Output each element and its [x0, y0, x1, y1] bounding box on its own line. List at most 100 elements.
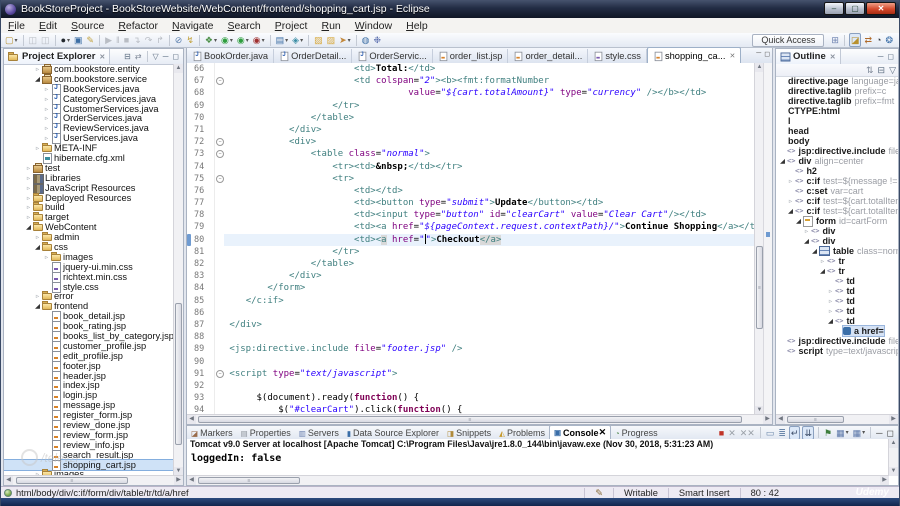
tree-item-com-bookstore-service[interactable]: ◢ com.bookstore.service — [4, 73, 174, 84]
maximize-icon[interactable]: ◻ — [171, 51, 180, 63]
editor-scroll-thumb[interactable]: ≡ — [756, 246, 763, 329]
menu-navigate[interactable]: Navigate — [165, 20, 220, 32]
view-tab-snippets[interactable]: ◨ Snippets — [443, 427, 495, 439]
search-icon[interactable]: ➤ ▾ — [338, 34, 352, 46]
editor-tab-shopping-ca[interactable]: shopping_ca... ✕ — [646, 47, 742, 63]
chevron-expanded-icon[interactable]: ◢ — [802, 237, 811, 245]
close-tab-icon[interactable]: ✕ — [729, 52, 735, 60]
code-line[interactable]: 73 − <table class="normal"> — [187, 148, 755, 161]
java-perspective-icon[interactable]: ❂ — [884, 34, 894, 46]
maximize-editor-icon[interactable]: ◻ — [764, 50, 770, 58]
outline-item-body[interactable]: body — [776, 136, 898, 146]
run-icon[interactable]: ◉ ▾ — [220, 34, 234, 46]
javaee-perspective-icon[interactable]: ◪ — [848, 33, 862, 47]
link-editor-icon[interactable]: ⇄ — [134, 51, 143, 63]
menu-file[interactable]: File — [1, 20, 32, 32]
explorer-horizontal-scrollbar[interactable]: ◀ ≡ ▶ — [4, 475, 183, 485]
tree-item-reviewservices-java[interactable]: ▹ ReviewServices.java — [4, 123, 174, 135]
outline-item-jsp-directive-include[interactable]: <>jsp:directive.includefile=footer.jsp — [776, 336, 898, 346]
outline-item-tr[interactable]: ◢ <> tr — [776, 266, 898, 276]
outline-item-c-if[interactable]: ▹<>c:iftest=${cart.totalItems == 0} — [776, 196, 898, 206]
code-line[interactable]: 84 </form> — [187, 282, 755, 295]
relaunch-icon[interactable]: ↯ — [185, 34, 195, 46]
code-line[interactable]: 74 <tr><td>&nbsp;</td></tr> — [187, 160, 755, 173]
quick-access-field[interactable]: Quick Access — [752, 33, 825, 47]
editor-tab-style-css[interactable]: style.css — [588, 49, 647, 63]
chevron-collapsed-icon[interactable]: ▹ — [24, 194, 33, 202]
chevron-collapsed-icon[interactable]: ▹ — [42, 114, 51, 122]
word-wrap-icon[interactable]: ↵ — [788, 425, 801, 440]
console-output[interactable]: loggedIn: false — [187, 450, 889, 476]
tree-item-frontend[interactable]: ◢ frontend — [4, 301, 174, 311]
web-browser-icon[interactable]: ◍ — [361, 34, 371, 46]
code-line[interactable]: 69 </tr> — [187, 99, 755, 112]
chevron-collapsed-icon[interactable]: ▹ — [33, 65, 42, 73]
tree-item-header-jsp[interactable]: header.jsp — [4, 370, 174, 382]
minimize-window-button[interactable]: ‒ — [824, 2, 844, 15]
outline-item-c-if[interactable]: ◢<>c:iftest=${cart.totalItems > 0} — [776, 206, 898, 216]
outline-item-td[interactable]: ◢ <> td — [776, 316, 898, 326]
clear-console-icon[interactable]: ▭ — [765, 427, 776, 439]
maximize-icon[interactable]: ◻ — [886, 51, 895, 63]
scroll-lock-icon[interactable]: ≣ — [777, 427, 787, 439]
menu-refactor[interactable]: Refactor — [111, 20, 165, 32]
pin-console-icon[interactable]: ⚑ — [823, 427, 833, 439]
tree-item-richtext-min-css[interactable]: richtext.min.css — [4, 271, 174, 283]
outline-item-td[interactable]: <> td — [776, 276, 898, 286]
tree-item-message-jsp[interactable]: message.jsp — [4, 400, 174, 412]
close-window-button[interactable]: ✕ — [866, 2, 896, 15]
outline-item-td[interactable]: ▹ <> td — [776, 296, 898, 306]
chevron-expanded-icon[interactable]: ◢ — [818, 267, 827, 275]
new-servlet-icon[interactable]: ◈ ▾ — [291, 34, 304, 46]
open-perspective-icon[interactable]: ⊞ — [830, 34, 840, 46]
tree-item-javascript-resources[interactable]: ▹ JavaScript Resources — [4, 183, 174, 194]
outline-item-c-set[interactable]: <> c:set var=cart — [776, 186, 898, 196]
code-line[interactable]: 67 − <td colspan="2"><b><fmt:formatNumber — [187, 75, 755, 88]
view-menu-icon[interactable]: ▽ — [152, 51, 160, 63]
chevron-collapsed-icon[interactable]: ▹ — [42, 105, 51, 113]
tree-item-books-list-by-category-jsp[interactable]: books_list_by_category.jsp — [4, 331, 174, 342]
scroll-up-icon[interactable]: ▲ — [889, 439, 898, 448]
console-view-icon[interactable]: ▣ — [73, 34, 84, 46]
chevron-collapsed-icon[interactable]: ▹ — [786, 197, 795, 205]
project-explorer-tab[interactable]: Project Explorer ✕ — [4, 49, 111, 64]
chevron-collapsed-icon[interactable]: ▹ — [33, 292, 42, 300]
code-line[interactable]: 90 — [187, 355, 755, 368]
collapse-all-icon[interactable]: ⊟ — [123, 51, 132, 63]
scroll-up-icon[interactable]: ▲ — [174, 64, 183, 73]
maximize-icon[interactable]: ◻ — [886, 427, 895, 439]
chevron-expanded-icon[interactable]: ◢ — [33, 243, 42, 251]
collapse-all-icon[interactable]: ⊟ — [877, 64, 887, 76]
code-line[interactable]: 72 − <div> — [187, 136, 755, 149]
editor-tab-bookorder-java[interactable]: BookOrder.java — [187, 49, 275, 63]
tree-item-test[interactable]: ▹ test — [4, 162, 174, 173]
tree-item-customerservices-java[interactable]: ▹ CustomerServices.java — [4, 103, 174, 115]
debug-icon[interactable]: ❖ ▾ — [204, 34, 218, 46]
outline-item-div[interactable]: ◢ <> div align=center — [776, 156, 898, 166]
debug-perspective-icon[interactable]: ◔ — [875, 34, 882, 46]
code-line[interactable]: 79 <td><a href="${pageContext.request.co… — [187, 221, 755, 234]
outline-item-c-if[interactable]: ▹<>c:iftest=${message != null} — [776, 176, 898, 186]
tree-item-edit-profile-jsp[interactable]: edit_profile.jsp — [4, 350, 174, 362]
chevron-collapsed-icon[interactable]: ▹ — [24, 184, 33, 192]
code-line[interactable]: 78 <td><input type="button" id="clearCar… — [187, 209, 755, 222]
code-line[interactable]: 70 </table> — [187, 111, 755, 124]
outline-item-script[interactable]: <> script type=text/javascript — [776, 346, 898, 356]
code-line[interactable]: 66 <td>Total:</td> — [187, 63, 755, 76]
tree-item-register-form-jsp[interactable]: register_form.jsp — [4, 410, 174, 422]
tree-item-meta-inf[interactable]: ▹ META-INF — [4, 143, 174, 153]
view-tab-data-source-explorer[interactable]: ▮ Data Source Explorer — [343, 427, 443, 439]
code-line[interactable]: 76 <td></td> — [187, 184, 755, 198]
open-folder-icon[interactable]: ▨ — [313, 34, 324, 46]
tree-item-categoryservices-java[interactable]: ▹ CategoryServices.java — [4, 93, 174, 105]
view-tab-properties[interactable]: ▤ Properties — [237, 427, 295, 439]
tree-item-style-css[interactable]: style.css — [4, 281, 174, 293]
fold-collapse-icon[interactable]: − — [216, 150, 224, 159]
minimize-icon[interactable]: ─ — [877, 51, 885, 63]
fold-collapse-icon[interactable]: − — [216, 174, 224, 183]
chevron-collapsed-icon[interactable]: ▹ — [24, 164, 33, 172]
tree-item-hibernate-cfg-xml[interactable]: hibernate.cfg.xml — [4, 152, 174, 164]
tree-item-review-done-jsp[interactable]: review_done.jsp — [4, 420, 174, 432]
code-line[interactable]: 75 − <tr> — [187, 172, 755, 185]
outline-item-td[interactable]: ▹ <> td — [776, 306, 898, 316]
